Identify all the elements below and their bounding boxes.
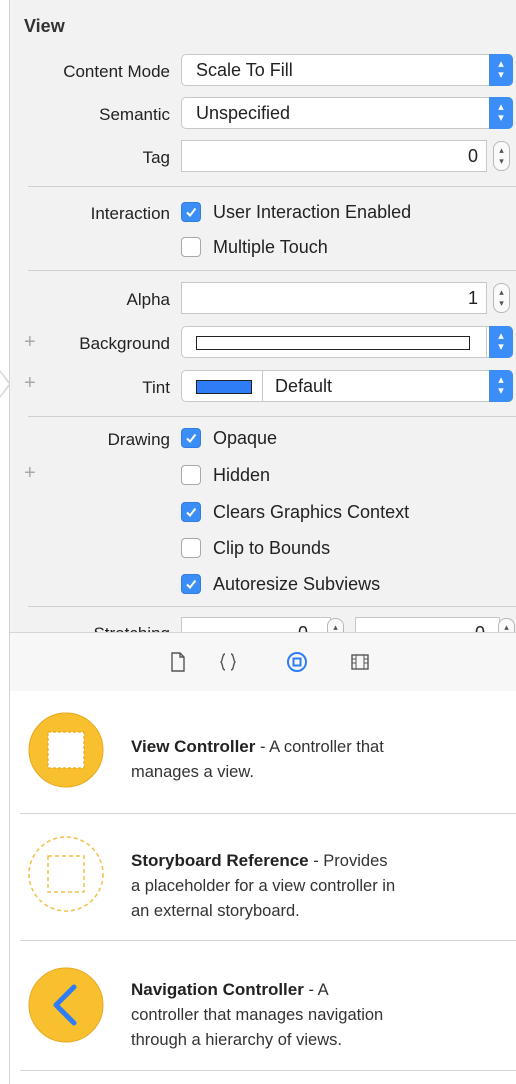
item-description: an external storyboard.: [131, 902, 300, 920]
tint-label: Tint: [142, 378, 170, 397]
panel-left-edge: [0, 0, 10, 1084]
checkbox-unchecked-icon: [181, 538, 201, 558]
popup-arrows-icon: ▴ ▾: [489, 54, 513, 86]
multiple-touch-checkbox[interactable]: Multiple Touch: [181, 234, 328, 260]
divider: [20, 1070, 516, 1071]
alpha-stepper[interactable]: ▴ ▾: [493, 283, 510, 313]
checkbox-checked-icon: [181, 574, 201, 594]
item-description: controller that manages navigation: [131, 1006, 384, 1024]
background-label: Background: [79, 334, 170, 353]
semantic-value: Unspecified: [196, 103, 291, 123]
checkbox-unchecked-icon: [181, 465, 201, 485]
add-tint-variation-button[interactable]: +: [24, 372, 36, 395]
stretching-x-value: 0: [298, 623, 308, 632]
color-swatch: [196, 336, 470, 350]
content-mode-label: Content Mode: [63, 62, 170, 81]
list-item[interactable]: Navigation Controller - A controller tha…: [10, 941, 516, 1071]
clears-graphics-context-checkbox[interactable]: Clears Graphics Context: [181, 499, 409, 525]
checkbox-label: User Interaction Enabled: [213, 201, 412, 222]
item-description: a placeholder for a view controller in: [131, 877, 396, 895]
checkbox-label: Multiple Touch: [213, 236, 328, 257]
checkbox-label: Hidden: [213, 464, 271, 485]
tint-value: Default: [275, 376, 333, 396]
list-item[interactable]: Storyboard Reference - Provides a placeh…: [10, 814, 516, 941]
object-library-icon[interactable]: [286, 651, 308, 673]
alpha-label: Alpha: [126, 290, 170, 309]
divider: [28, 186, 516, 187]
stretching-label: Stretching: [93, 624, 170, 632]
clip-to-bounds-checkbox[interactable]: Clip to Bounds: [181, 535, 330, 561]
item-description: through a hierarchy of views.: [131, 1031, 342, 1049]
navigation-controller-icon: [28, 967, 104, 1043]
add-background-variation-button[interactable]: +: [24, 331, 36, 354]
alpha-value: 1: [467, 288, 478, 308]
checkbox-checked-icon: [181, 202, 201, 222]
file-template-icon[interactable]: [167, 651, 189, 673]
semantic-label: Semantic: [99, 105, 170, 124]
checkbox-label: Clip to Bounds: [213, 537, 331, 558]
list-item[interactable]: View Controller - A controller that mana…: [10, 691, 516, 814]
item-description: manages a view.: [131, 763, 254, 781]
autoresize-subviews-checkbox[interactable]: Autoresize Subviews: [181, 571, 380, 597]
checkbox-checked-icon: [181, 428, 201, 448]
tint-color-swatch: [196, 380, 252, 394]
user-interaction-checkbox[interactable]: User Interaction Enabled: [181, 199, 411, 225]
divider: [28, 606, 516, 607]
add-drawing-variation-button[interactable]: +: [24, 462, 36, 485]
hidden-checkbox[interactable]: Hidden: [181, 462, 270, 488]
alpha-field[interactable]: 1: [181, 282, 487, 314]
stretching-x-field[interactable]: 0: [181, 617, 331, 632]
tag-field[interactable]: 0: [181, 140, 487, 172]
tint-color-popup[interactable]: Default ▴ ▾: [181, 370, 513, 402]
storyboard-reference-icon: [28, 836, 104, 912]
popup-arrows-icon: ▴ ▾: [489, 326, 513, 358]
stretching-x-stepper[interactable]: ▴▾: [327, 618, 344, 632]
item-description: A: [317, 981, 329, 999]
checkbox-label: Opaque: [213, 427, 278, 448]
item-description: A controller that: [269, 738, 384, 756]
item-title: Navigation Controller: [131, 980, 304, 999]
tag-stepper[interactable]: ▴ ▾: [493, 141, 510, 171]
checkbox-label: Clears Graphics Context: [213, 501, 410, 522]
checkbox-checked-icon: [181, 502, 201, 522]
popup-arrows-icon: ▴ ▾: [489, 97, 513, 129]
content-mode-popup[interactable]: Scale To Fill ▴ ▾: [181, 54, 513, 86]
checkbox-label: Autoresize Subviews: [213, 573, 381, 594]
popup-arrows-icon: ▴ ▾: [489, 370, 513, 402]
section-title: View: [24, 16, 65, 36]
media-library-icon[interactable]: [349, 651, 371, 673]
interaction-label: Interaction: [90, 204, 170, 223]
item-description: Provides: [323, 852, 388, 870]
stretching-y-field[interactable]: 0: [355, 617, 500, 632]
opaque-checkbox[interactable]: Opaque: [181, 425, 277, 451]
checkbox-unchecked-icon: [181, 237, 201, 257]
tag-value: 0: [467, 146, 478, 166]
tag-label: Tag: [142, 148, 170, 167]
stretching-y-value: 0: [475, 623, 485, 632]
background-color-popup[interactable]: ▴ ▾: [181, 326, 513, 358]
divider: [28, 416, 516, 417]
semantic-popup[interactable]: Unspecified ▴ ▾: [181, 97, 513, 129]
view-controller-icon: [28, 712, 104, 788]
stretching-y-stepper[interactable]: ▴▾: [498, 618, 515, 632]
drawing-label: Drawing: [107, 430, 170, 449]
code-snippet-icon[interactable]: [217, 651, 239, 673]
attributes-inspector: View Content Mode Scale To Fill ▴ ▾ Seman…: [10, 0, 516, 632]
divider: [28, 270, 516, 271]
library-toolbar: [10, 632, 516, 692]
object-library-list: View Controller - A controller that mana…: [10, 691, 516, 1084]
item-title: Storyboard Reference: [131, 851, 309, 870]
item-title: View Controller: [131, 737, 256, 756]
content-mode-value: Scale To Fill: [196, 60, 293, 80]
